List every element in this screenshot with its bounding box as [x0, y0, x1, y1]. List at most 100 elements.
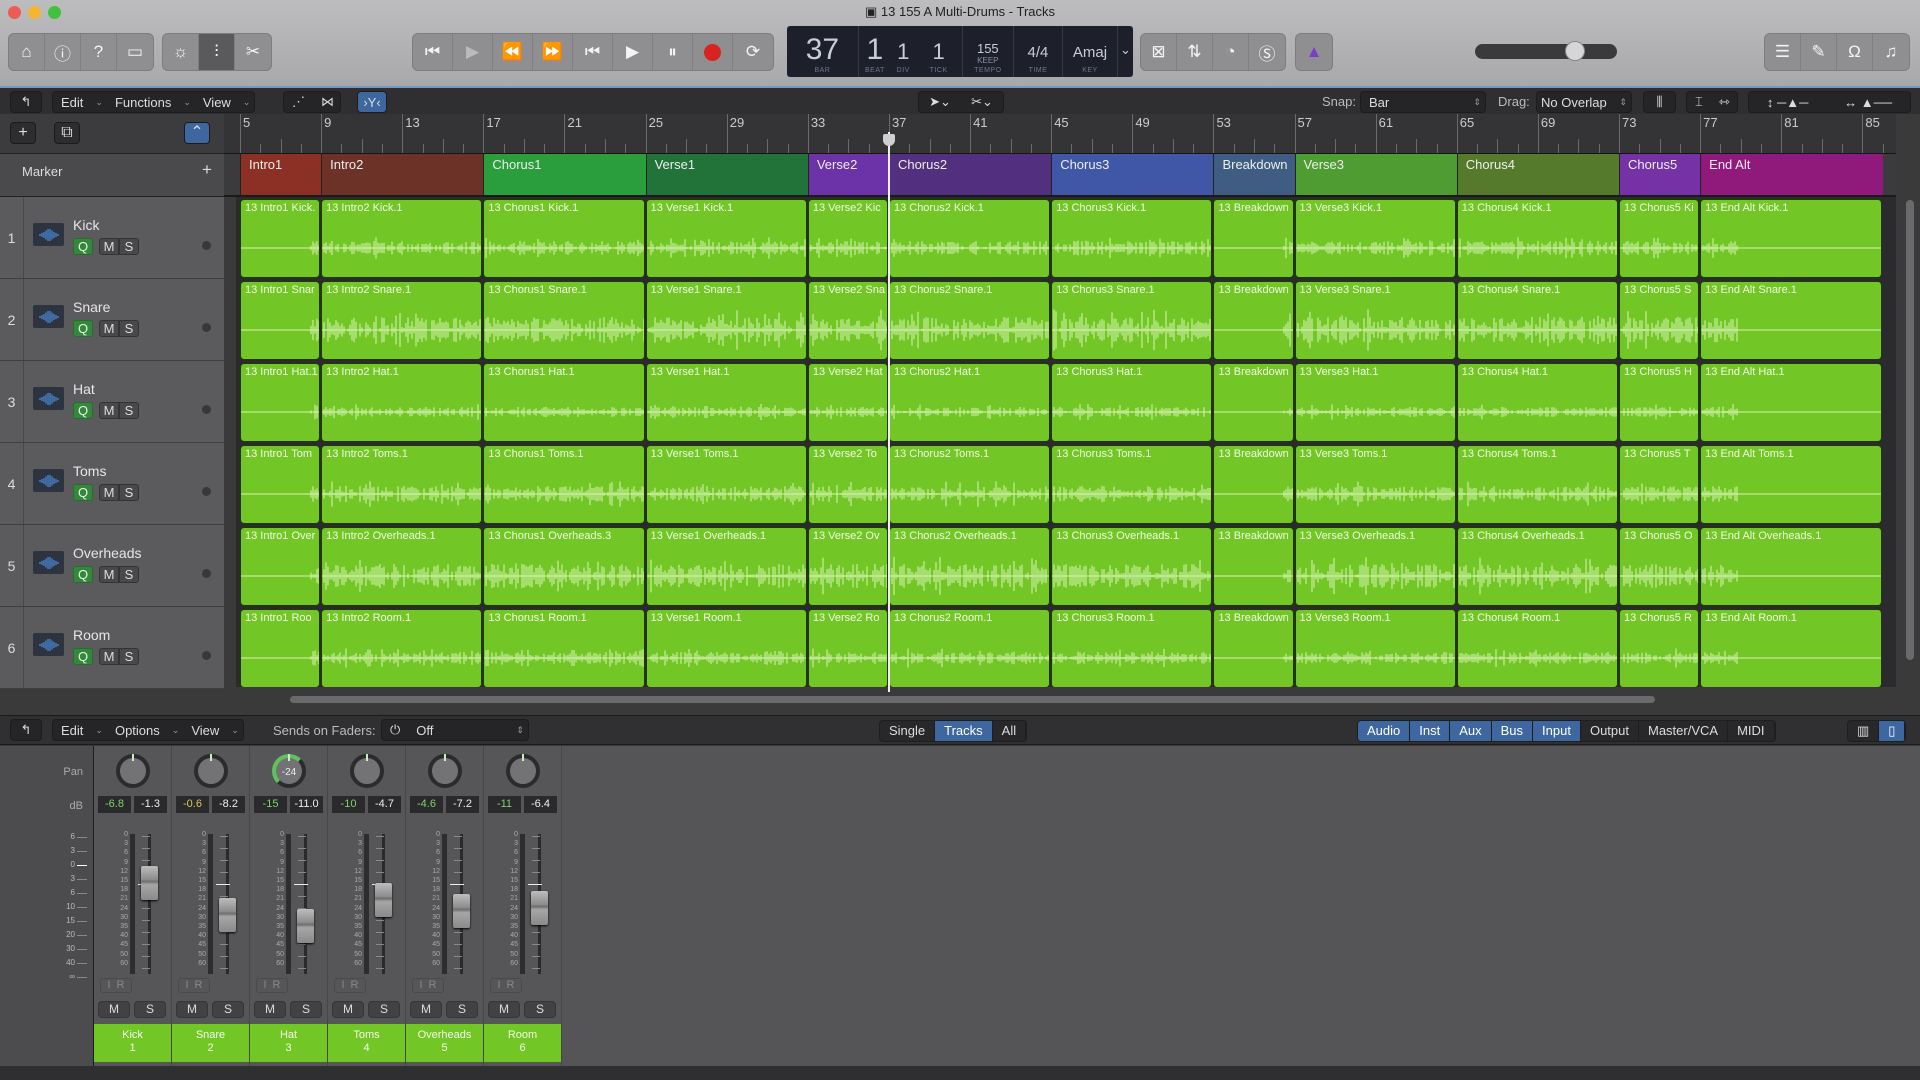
audio-region[interactable]: 13 Chorus4 Toms.1: [1456, 445, 1619, 524]
add-track-button[interactable]: +: [10, 122, 36, 144]
record-enable-indicator[interactable]: [202, 569, 211, 578]
record-enable-button[interactable]: R: [351, 979, 359, 991]
master-volume-slider[interactable]: [1475, 41, 1617, 61]
peak-level[interactable]: -6.8: [98, 796, 131, 813]
track-name[interactable]: Kick: [73, 217, 99, 233]
record-enable-indicator[interactable]: [202, 241, 211, 250]
audio-region[interactable]: 13 Verse2 Kic: [807, 199, 888, 278]
browser-icon[interactable]: ♫: [1873, 34, 1909, 70]
inspector-icon[interactable]: ⓘ: [45, 34, 81, 70]
lcd-tempo[interactable]: 155 KEEP TEMPO: [963, 26, 1014, 77]
audio-region[interactable]: 13 Chorus1 Kick.1: [483, 199, 645, 278]
pan-knob[interactable]: [506, 754, 540, 788]
scope-all[interactable]: All: [993, 721, 1027, 741]
global-tracks-button[interactable]: ⌃: [184, 122, 210, 144]
pan-knob[interactable]: [350, 754, 384, 788]
audio-region[interactable]: 13 Verse1 Snare.1: [645, 281, 807, 360]
filter-bus[interactable]: Bus: [1491, 721, 1534, 741]
volume-fader[interactable]: [531, 891, 548, 925]
audio-region[interactable]: 13 Chorus1 Overheads.3: [483, 527, 645, 606]
marker-intro1[interactable]: Intro1: [240, 154, 322, 195]
audio-region[interactable]: 13 Breakdown: [1213, 527, 1294, 606]
go-to-start-icon[interactable]: ⏮: [573, 34, 613, 70]
audio-region[interactable]: 13 Verse3 Snare.1: [1294, 281, 1456, 360]
pan-knob[interactable]: [194, 754, 228, 788]
peak-level[interactable]: -15: [254, 796, 287, 813]
input-monitor-button[interactable]: I: [107, 979, 110, 991]
record-enable-indicator[interactable]: [202, 651, 211, 660]
audio-region[interactable]: 13 Chorus5 O: [1619, 527, 1700, 606]
audio-region[interactable]: 13 Intro1 Tom: [240, 445, 321, 524]
lcd-time-signature[interactable]: 4/4 TIME: [1014, 26, 1064, 77]
catch-button[interactable]: ↰: [10, 91, 42, 113]
audio-region[interactable]: 13 Verse3 Hat.1: [1294, 363, 1456, 442]
volume-value[interactable]: -1.3: [134, 796, 167, 813]
audio-region[interactable]: 13 Chorus5 T: [1619, 445, 1700, 524]
lcd-display[interactable]: 37 BAR 1 BEAT 1 DIV 1 TICK 155 KEEP TEMPO 4/4 T…: [787, 26, 1133, 77]
audio-region[interactable]: 13 End Alt Overheads.1: [1700, 527, 1882, 606]
audio-region[interactable]: 13 Chorus5 S: [1619, 281, 1700, 360]
pan-knob[interactable]: [428, 754, 462, 788]
loop-browser-icon[interactable]: Ω: [1837, 34, 1873, 70]
solo-button[interactable]: S: [368, 1001, 400, 1018]
audio-region[interactable]: 13 Chorus2 Overheads.1: [888, 527, 1051, 606]
horizontal-zoom-slider[interactable]: ↔ ▲──: [1836, 95, 1900, 110]
audio-region[interactable]: 13 Chorus2 Kick.1: [888, 199, 1051, 278]
input-monitor-button[interactable]: I: [419, 979, 422, 991]
view-menu[interactable]: View: [195, 95, 239, 110]
cycle-icon[interactable]: ⟳: [733, 34, 773, 70]
solo-button[interactable]: S: [134, 1001, 166, 1018]
audio-region[interactable]: 13 Verse3 Kick.1: [1294, 199, 1456, 278]
audio-region[interactable]: 13 Chorus4 Kick.1: [1456, 199, 1619, 278]
audio-region[interactable]: 13 Intro2 Hat.1: [321, 363, 483, 442]
mute-button[interactable]: M: [488, 1001, 520, 1018]
audio-region[interactable]: 13 Verse1 Kick.1: [645, 199, 807, 278]
audio-region[interactable]: 13 End Alt Room.1: [1700, 609, 1882, 687]
smart-controls-icon[interactable]: ☼: [163, 34, 199, 70]
audio-region[interactable]: 13 Chorus2 Room.1: [888, 609, 1051, 687]
track-header-kick[interactable]: 1 Kick Q M S: [0, 197, 224, 279]
audio-region[interactable]: 13 Intro2 Kick.1: [321, 199, 483, 278]
marker-chorus3[interactable]: Chorus3: [1051, 154, 1214, 195]
audio-region[interactable]: 13 Verse2 Sna: [807, 281, 888, 360]
audio-region[interactable]: 13 Chorus1 Hat.1: [483, 363, 645, 442]
mute-button[interactable]: M: [99, 484, 119, 501]
playhead[interactable]: [887, 132, 890, 692]
audio-region[interactable]: 13 Chorus3 Snare.1: [1051, 281, 1213, 360]
audio-region[interactable]: 13 End Alt Hat.1: [1700, 363, 1882, 442]
audio-region[interactable]: 13 End Alt Kick.1: [1700, 199, 1882, 278]
horizontal-fit-icon[interactable]: ⇿: [1711, 94, 1738, 110]
mute-button[interactable]: M: [99, 238, 119, 255]
quantize-lock-button[interactable]: Q: [73, 320, 93, 337]
mixer-edit-menu[interactable]: Edit: [53, 723, 91, 738]
audio-region[interactable]: 13 Chorus5 Ki: [1619, 199, 1700, 278]
volume-fader[interactable]: [297, 909, 314, 944]
vertical-fit-icon[interactable]: ⌶: [1687, 94, 1711, 110]
edit-menu[interactable]: Edit: [53, 95, 91, 110]
playhead-handle[interactable]: [882, 134, 895, 146]
volume-fader[interactable]: [141, 865, 158, 900]
audio-region[interactable]: 13 Intro1 Over: [240, 527, 321, 606]
track-header-toms[interactable]: 4 Toms Q M S: [0, 443, 224, 525]
solo-icon[interactable]: Ⓢ: [1249, 34, 1285, 70]
audio-region[interactable]: 13 Intro1 Kick.: [240, 199, 321, 278]
marker-breakdown[interactable]: Breakdown: [1213, 154, 1295, 195]
filter-input[interactable]: Input: [1533, 721, 1581, 741]
peak-level[interactable]: -4.6: [410, 796, 443, 813]
channel-name[interactable]: Kick 1: [94, 1024, 171, 1062]
play-from-selection-icon[interactable]: ▶: [453, 34, 493, 70]
mute-button[interactable]: M: [99, 648, 119, 665]
audio-region[interactable]: 13 Intro2 Toms.1: [321, 445, 483, 524]
wide-strips-icon[interactable]: ▯: [1879, 721, 1906, 741]
mixer-options-menu[interactable]: Options: [107, 723, 168, 738]
mute-button[interactable]: M: [99, 402, 119, 419]
pan-knob[interactable]: -24: [272, 754, 306, 788]
marker-chorus5[interactable]: Chorus5: [1619, 154, 1701, 195]
volume-value[interactable]: -7.2: [446, 796, 479, 813]
quantize-lock-button[interactable]: Q: [73, 484, 93, 501]
solo-button[interactable]: S: [119, 402, 139, 419]
narrow-strips-icon[interactable]: ▥: [1848, 721, 1880, 741]
track-name[interactable]: Overheads: [73, 545, 141, 561]
record-enable-indicator[interactable]: [202, 487, 211, 496]
solo-button[interactable]: S: [446, 1001, 478, 1018]
